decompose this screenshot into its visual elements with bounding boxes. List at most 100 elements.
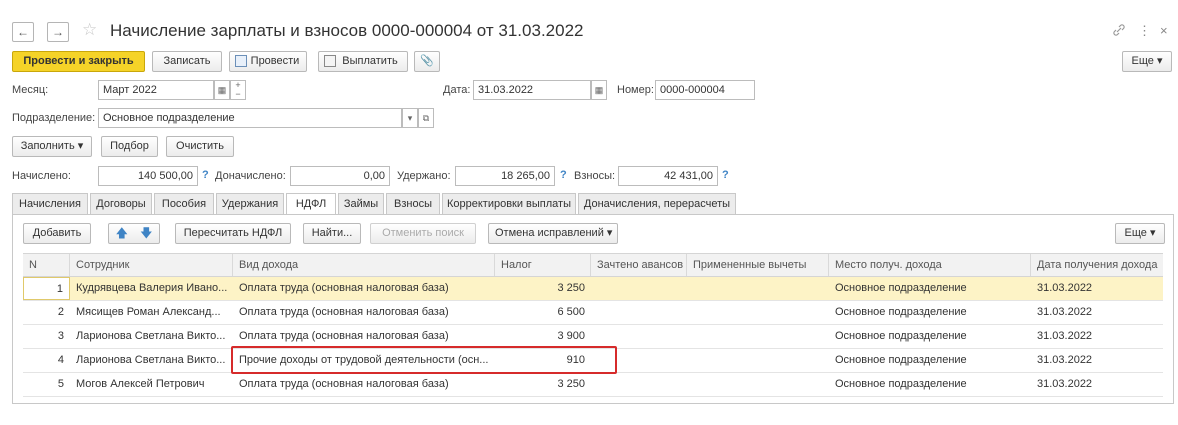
row-date: 31.03.2022	[1037, 354, 1093, 366]
tab-payment-corrections[interactable]: Корректировки выплаты	[442, 193, 576, 214]
row-employee: Кудрявцева Валерия Ивано...	[76, 282, 228, 294]
row-employee: Ларионова Светлана Викто...	[76, 354, 226, 366]
tab-deductions[interactable]: Удержания	[216, 193, 284, 214]
clear-button[interactable]: Очистить	[166, 136, 234, 157]
col-employee[interactable]: Сотрудник	[70, 254, 233, 276]
row-date: 31.03.2022	[1037, 282, 1093, 294]
contributions-label: Взносы:	[574, 170, 616, 182]
contributions-help-icon[interactable]: ?	[722, 169, 729, 181]
contributions-value: 42 431,00	[618, 166, 718, 186]
row-number: 4	[57, 354, 64, 366]
post-icon	[235, 55, 247, 67]
favorite-star-icon[interactable]: ☆	[82, 20, 97, 40]
highlight-frame	[231, 346, 617, 374]
row-number: 1	[23, 277, 70, 300]
open-icon[interactable]: ⧉	[418, 108, 434, 128]
row-deductions	[687, 301, 829, 324]
forward-button[interactable]: →	[47, 22, 69, 42]
tab-benefits[interactable]: Пособия	[154, 193, 214, 214]
accrued-value: 140 500,00	[98, 166, 198, 186]
pay-button[interactable]: Выплатить	[318, 51, 408, 72]
row-number: 5	[57, 378, 64, 390]
save-button[interactable]: Записать	[152, 51, 222, 72]
recalc-ndfl-button[interactable]: Пересчитать НДФЛ	[175, 223, 291, 244]
add-button[interactable]: Добавить	[23, 223, 91, 244]
col-n[interactable]: N	[23, 254, 70, 276]
row-place: Основное подразделение	[835, 330, 967, 342]
table-row[interactable]: 5 Могов Алексей Петрович Оплата труда (осн…	[23, 373, 1163, 397]
row-place: Основное подразделение	[835, 354, 967, 366]
page-title: Начисление зарплаты и взносов 0000-00000…	[110, 21, 584, 40]
table-row[interactable]: 1 Кудрявцева Валерия Ивано... Оплата труда…	[23, 277, 1163, 301]
withheld-help-icon[interactable]: ?	[560, 169, 567, 181]
row-income-type: Оплата труда (основная налоговая база)	[239, 282, 449, 294]
row-deductions	[687, 373, 829, 396]
row-employee: Могов Алексей Петрович	[76, 378, 205, 390]
dropdown-icon[interactable]: ▾	[402, 108, 418, 128]
additional-label: Доначислено:	[215, 170, 286, 182]
row-tax: 3 900	[557, 330, 585, 342]
col-income-type[interactable]: Вид дохода	[233, 254, 495, 276]
tab-contributions[interactable]: Взносы	[386, 193, 440, 214]
department-label: Подразделение:	[12, 112, 96, 124]
withheld-label: Удержано:	[397, 170, 451, 182]
calendar-icon[interactable]: ▦	[214, 80, 230, 100]
number-label: Номер:	[617, 84, 654, 96]
find-button[interactable]: Найти...	[303, 223, 361, 244]
select-button[interactable]: Подбор	[101, 136, 158, 157]
row-date: 31.03.2022	[1037, 330, 1093, 342]
row-income-type: Оплата труда (основная налоговая база)	[239, 378, 449, 390]
move-down-icon[interactable]: 🡇	[140, 226, 152, 240]
row-employee: Мясищев Роман Александ...	[76, 306, 221, 318]
col-advances[interactable]: Зачтено авансов	[591, 254, 687, 276]
cancel-search-button[interactable]: Отменить поиск	[370, 223, 476, 244]
col-place[interactable]: Место получ. дохода	[829, 254, 1031, 276]
row-place: Основное подразделение	[835, 306, 967, 318]
col-deductions[interactable]: Примененные вычеты	[687, 254, 829, 276]
row-date: 31.03.2022	[1037, 378, 1093, 390]
paperclip-icon: 📎	[420, 55, 434, 67]
cancel-corrections-button[interactable]: Отмена исправлений ▾	[488, 223, 618, 244]
row-deductions	[687, 349, 829, 372]
attach-button[interactable]: 📎	[414, 51, 440, 72]
back-button[interactable]: ←	[12, 22, 34, 42]
row-number: 3	[57, 330, 64, 342]
row-place: Основное подразделение	[835, 378, 967, 390]
month-field[interactable]: Март 2022	[98, 80, 214, 100]
department-field[interactable]: Основное подразделение	[98, 108, 402, 128]
row-advances	[591, 325, 687, 348]
tab-loans[interactable]: Займы	[338, 193, 384, 214]
tab-accruals[interactable]: Начисления	[12, 193, 88, 214]
number-field[interactable]: 0000-000004	[655, 80, 755, 100]
date-calendar-icon[interactable]: ▦	[591, 80, 607, 100]
table-row[interactable]: 2 Мясищев Роман Александ... Оплата труда (…	[23, 301, 1163, 325]
more-button[interactable]: Еще ▾	[1122, 51, 1172, 72]
row-deductions	[687, 325, 829, 348]
month-stepper[interactable]: + −	[230, 80, 246, 100]
more-icon[interactable]: ⋮	[1138, 23, 1151, 39]
move-up-icon[interactable]: 🡅	[116, 226, 128, 240]
tab-contracts[interactable]: Договоры	[90, 193, 152, 214]
accrued-help-icon[interactable]: ?	[202, 169, 209, 181]
row-income-type: Оплата труда (основная налоговая база)	[239, 306, 449, 318]
close-icon[interactable]: ×	[1160, 23, 1168, 38]
tab-ndfl[interactable]: НДФЛ	[286, 193, 336, 215]
post-button[interactable]: Провести	[229, 51, 307, 72]
row-advances	[591, 301, 687, 324]
tab-recalculations[interactable]: Доначисления, перерасчеты	[578, 193, 736, 214]
month-label: Месяц:	[12, 84, 49, 96]
row-deductions	[687, 277, 829, 300]
row-income-type: Оплата труда (основная налоговая база)	[239, 330, 449, 342]
fill-button[interactable]: Заполнить ▾	[12, 136, 92, 157]
table-header: N Сотрудник Вид дохода Налог Зачтено ава…	[23, 253, 1163, 277]
col-tax[interactable]: Налог	[495, 254, 591, 276]
row-advances	[591, 277, 687, 300]
move-buttons[interactable]: 🡅 🡇	[108, 223, 160, 244]
col-date[interactable]: Дата получения дохода	[1031, 254, 1163, 276]
table-more-button[interactable]: Еще ▾	[1115, 223, 1165, 244]
row-tax: 3 250	[557, 282, 585, 294]
date-field[interactable]: 31.03.2022	[473, 80, 591, 100]
link-icon[interactable]	[1112, 23, 1126, 40]
post-and-close-button[interactable]: Провести и закрыть	[12, 51, 145, 72]
row-employee: Ларионова Светлана Викто...	[76, 330, 226, 342]
